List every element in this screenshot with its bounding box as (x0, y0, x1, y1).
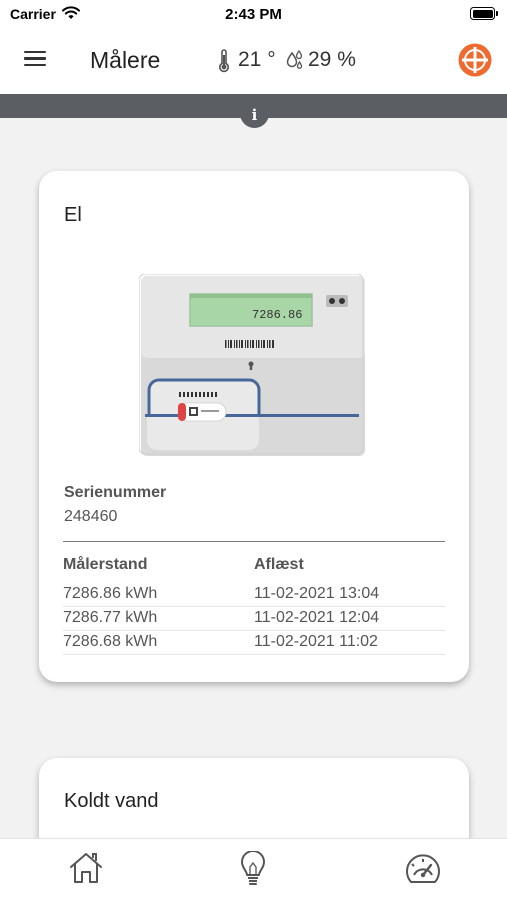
battery-icon (470, 7, 498, 20)
tab-bar (0, 838, 507, 900)
table-row: 7286.68 kWh 11-02-2021 11:02 (63, 631, 445, 655)
home-icon[interactable] (68, 851, 104, 885)
meter-display-reading: 7286.86 (252, 308, 302, 322)
meter-card-el[interactable]: El 7286.86 Serienummer 248460 Målerstand… (39, 171, 469, 682)
humidity-icon (286, 50, 303, 69)
card-title: El (64, 204, 82, 226)
reading-value: 7286.77 kWh (63, 609, 158, 626)
column-header-read-time: Aflæst (254, 556, 304, 573)
status-time: 2:43 PM (225, 6, 282, 23)
gauge-icon[interactable] (404, 851, 442, 887)
electricity-meter-illustration: 7286.86 (139, 274, 365, 456)
temperature-value: 21 ° (238, 48, 276, 71)
serial-number-value: 248460 (64, 508, 118, 525)
reading-time: 11-02-2021 12:04 (254, 609, 380, 626)
table-row: 7286.77 kWh 11-02-2021 12:04 (63, 607, 445, 631)
table-row: 7286.86 kWh 11-02-2021 13:04 (63, 583, 445, 607)
thermometer-icon (219, 49, 229, 73)
humidity-value: 29 % (308, 48, 356, 71)
reading-time: 11-02-2021 11:02 (254, 633, 378, 650)
card-title: Koldt vand (64, 790, 159, 812)
brand-logo-icon[interactable] (458, 43, 492, 77)
app-header: Målere 21 ° 29 % (0, 28, 507, 94)
status-bar: Carrier 2:43 PM (0, 0, 507, 28)
reading-value: 7286.68 kWh (63, 633, 158, 650)
info-icon[interactable]: i (240, 102, 269, 128)
serial-number-label: Serienummer (64, 484, 167, 501)
divider (63, 541, 445, 542)
reading-time: 11-02-2021 13:04 (254, 585, 380, 602)
column-header-reading: Målerstand (63, 556, 148, 573)
reading-value: 7286.86 kWh (63, 585, 158, 602)
page-title: Målere (90, 47, 161, 73)
hamburger-menu-icon[interactable] (22, 48, 48, 72)
lightbulb-icon[interactable] (239, 851, 267, 887)
